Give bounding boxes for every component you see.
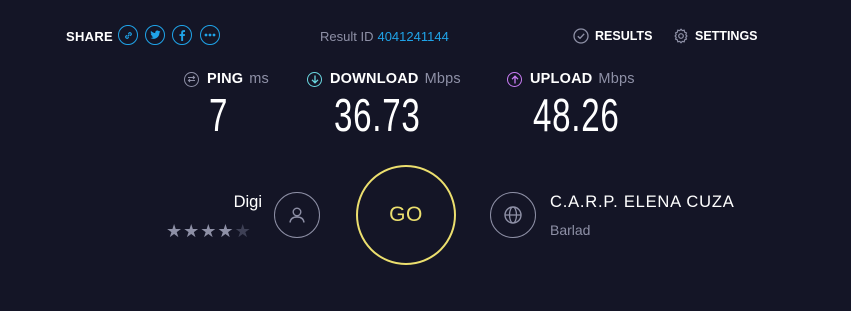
download-unit: Mbps [424,71,461,87]
star-icon: ★ [200,221,218,241]
go-button[interactable]: GO [356,165,456,265]
link-icon-glyph [124,31,132,39]
user-icon [289,207,305,223]
upload-label: UPLOAD [530,71,593,87]
isp-name: Digi [233,193,262,211]
star-empty-icon: ★ [234,221,252,241]
settings-button[interactable]: SETTINGS [673,28,758,44]
check-circle-icon [573,28,589,44]
result-id-link[interactable]: 4041241144 [377,29,448,44]
ping-unit: ms [249,71,269,87]
twitter-icon-glyph [149,30,161,39]
link-icon[interactable] [118,25,138,45]
result-id-label: Result ID [320,29,374,44]
star-icon: ★ [166,221,184,241]
share-label: SHARE [66,29,114,44]
download-label: DOWNLOAD [330,71,419,87]
upload-unit: Mbps [598,71,635,87]
server-location[interactable]: Barlad [550,222,590,238]
isp-user-icon-button[interactable] [274,192,320,238]
upload-value: 48.26 [533,89,620,141]
globe-icon [504,206,522,224]
settings-label: SETTINGS [695,29,758,43]
result-id: Result ID 4041241144 [320,29,449,44]
more-icon[interactable] [200,25,220,45]
download-value: 36.73 [334,89,421,141]
download-header: DOWNLOAD Mbps [307,71,461,87]
facebook-icon-glyph [179,29,186,41]
ping-value: 7 [209,89,229,141]
upload-header: UPLOAD Mbps [507,71,635,87]
star-icon: ★ [217,221,235,241]
isp-rating[interactable]: ★★★★★ [166,221,252,242]
ping-header: PING ms [184,71,269,87]
upload-arrow-icon [507,71,522,87]
more-icon-glyph [204,33,216,37]
gear-icon [674,28,688,44]
star-icon: ★ [183,221,201,241]
download-arrow-icon [307,71,322,87]
results-button[interactable]: RESULTS [573,28,652,44]
facebook-icon[interactable] [172,25,192,45]
twitter-icon[interactable] [145,25,165,45]
ping-label: PING [207,71,244,87]
ping-icon [184,71,199,87]
results-label: RESULTS [595,29,653,43]
server-name: C.A.R.P. ELENA CUZA [550,193,735,211]
server-globe-button[interactable] [490,192,536,238]
